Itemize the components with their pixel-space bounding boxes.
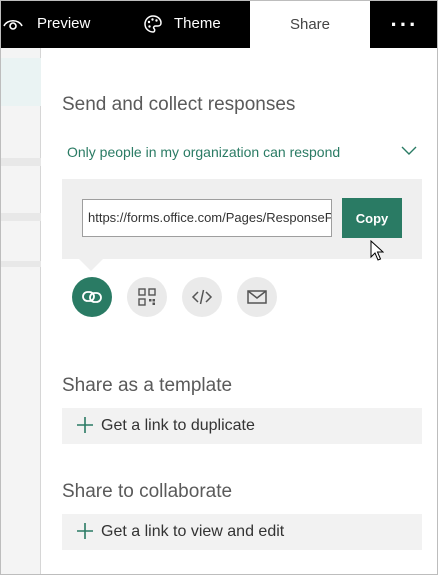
share-email-method[interactable] [237,277,277,317]
embed-code-icon [191,289,213,305]
email-icon [247,290,267,304]
forms-share-window: Preview Theme Share ··· Send and collect… [0,0,438,575]
theme-button[interactable]: Theme [131,1,241,48]
edit-link-label: Get a link to view and edit [101,523,285,540]
get-duplicate-link-button[interactable]: Get a link to duplicate [62,408,422,444]
canvas-divider [1,158,41,166]
permission-dropdown[interactable]: Only people in my organization can respo… [67,142,417,164]
tab-share[interactable]: Share [250,1,370,48]
canvas-divider [1,213,41,221]
send-collect-heading: Send and collect responses [62,94,296,115]
plus-icon [77,523,93,539]
preview-label: Preview [37,15,91,32]
more-options-icon[interactable]: ··· [370,1,437,48]
share-method-icons [72,277,292,319]
qr-code-icon [138,288,156,306]
permission-selected-value: Only people in my organization can respo… [67,144,341,160]
chevron-down-icon [401,146,417,155]
share-template-heading: Share as a template [62,375,233,396]
get-edit-link-button[interactable]: Get a link to view and edit [62,514,422,550]
palette-icon [144,15,162,33]
share-qr-method[interactable] [127,277,167,317]
form-canvas-edge [1,48,41,574]
canvas-divider [1,261,41,267]
preview-button[interactable]: Preview [1,1,101,48]
share-link-field[interactable]: https://forms.office.com/Pages/ResponseP… [82,199,332,237]
link-icon [82,291,102,303]
copy-button[interactable]: Copy [342,198,402,238]
eye-icon [3,19,23,30]
canvas-block [1,58,41,106]
share-link-method[interactable] [72,277,112,317]
active-method-pointer [79,259,103,271]
share-link-box: https://forms.office.com/Pages/ResponseP… [62,179,422,259]
mouse-pointer-icon [370,240,384,261]
share-collaborate-heading: Share to collaborate [62,481,233,502]
top-toolbar: Preview Theme Share ··· [1,1,437,48]
plus-icon [77,417,93,433]
theme-label: Theme [174,15,221,32]
share-panel: Send and collect responses Only people i… [42,48,437,574]
duplicate-link-label: Get a link to duplicate [101,417,255,434]
share-embed-method[interactable] [182,277,222,317]
